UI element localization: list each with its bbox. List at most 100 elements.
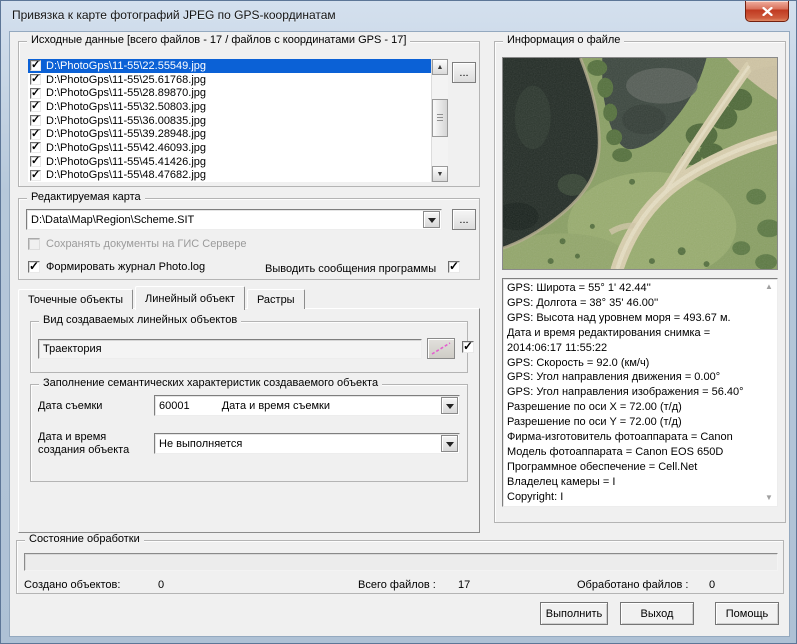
exif-info-line: GPS: Угол направления изображения = 56.4… <box>507 385 775 400</box>
save-gis-label: Сохранять документы на ГИС Сервере <box>46 238 247 250</box>
file-checkbox[interactable] <box>30 88 41 99</box>
save-gis-checkbox <box>28 238 40 250</box>
file-checkbox[interactable] <box>30 101 41 112</box>
file-path: D:\PhotoGps\11-55\28.89870.jpg <box>44 87 206 99</box>
map-group-label: Редактируемая карта <box>27 191 145 203</box>
list-item[interactable]: D:\PhotoGps\11-55\45.41426.jpg <box>28 155 431 169</box>
scroll-up-icon[interactable]: ▲ <box>432 59 448 75</box>
map-path-value: D:\Data\Map\Region\Scheme.SIT <box>27 214 422 226</box>
chevron-down-icon[interactable] <box>441 435 458 452</box>
browse-map-button[interactable]: ... <box>452 209 476 230</box>
chevron-down-icon[interactable] <box>441 397 458 414</box>
file-path: D:\PhotoGps\11-55\36.00835.jpg <box>44 115 206 127</box>
total-files-value: 17 <box>458 579 470 591</box>
tab[interactable]: Точечные объекты <box>18 289 133 309</box>
browse-files-button[interactable]: ... <box>452 62 476 83</box>
run-button[interactable]: Выполнить <box>540 602 608 625</box>
exif-info-line: 2014:06:17 11:55:22 <box>507 341 775 356</box>
line-kind-value: Траектория <box>43 343 102 355</box>
tab-strip[interactable]: Точечные объектыЛинейный объектРастры <box>18 285 307 309</box>
list-item[interactable]: D:\PhotoGps\11-55\25.61768.jpg <box>28 73 431 87</box>
source-group-label: Исходные данные [всего файлов - 17 / фай… <box>27 34 410 46</box>
log-label: Формировать журнал Photo.log <box>46 261 205 273</box>
exif-info-line: Дата и время редактирования снимка = <box>507 326 775 341</box>
file-path: D:\PhotoGps\11-55\25.61768.jpg <box>44 74 206 86</box>
log-checkbox-row[interactable]: Формировать журнал Photo.log <box>28 261 205 273</box>
exif-info-line: GPS: Угол направления движения = 0.00° <box>507 370 775 385</box>
create-date-label-line2: создания объекта <box>38 444 129 456</box>
info-scroll-up-icon[interactable]: ▲ <box>765 282 786 291</box>
file-checkbox[interactable] <box>30 115 41 126</box>
map-path-combobox[interactable]: D:\Data\Map\Region\Scheme.SIT <box>26 209 442 230</box>
exif-info-line: Разрешение по оси X = 72.00 (т/д) <box>507 400 775 415</box>
list-item[interactable]: D:\PhotoGps\11-55\22.55549.jpg <box>28 59 431 73</box>
aerial-photo-image <box>503 58 777 269</box>
status-group-label: Состояние обработки <box>25 533 144 545</box>
line-style-button[interactable] <box>427 338 455 359</box>
shoot-date-name: Дата и время съемки <box>222 400 330 412</box>
line-style-icon <box>430 341 452 356</box>
title-bar[interactable]: Привязка к карте фотографий JPEG по GPS-… <box>1 1 796 31</box>
close-icon <box>762 7 773 16</box>
chevron-down-icon[interactable] <box>423 211 440 228</box>
list-item[interactable]: D:\PhotoGps\11-55\32.50803.jpg <box>28 100 431 114</box>
file-checkbox[interactable] <box>30 156 41 167</box>
log-checkbox[interactable] <box>28 261 40 273</box>
file-path: D:\PhotoGps\11-55\22.55549.jpg <box>44 60 206 72</box>
file-rows[interactable]: D:\PhotoGps\11-55\22.55549.jpg D:\PhotoG… <box>28 59 431 182</box>
exif-info-box[interactable]: GPS: Широта = 55° 1' 42.44''GPS: Долгота… <box>502 278 778 507</box>
exif-info-line: Copyright: I <box>507 490 775 505</box>
shoot-date-combobox[interactable]: 60001 Дата и время съемки <box>154 395 460 416</box>
shoot-date-code: 60001 <box>159 400 190 412</box>
create-date-value: Не выполняется <box>155 438 440 450</box>
photo-preview <box>502 57 778 270</box>
file-checkbox[interactable] <box>30 60 41 71</box>
file-checkbox[interactable] <box>30 74 41 85</box>
file-list[interactable]: D:\PhotoGps\11-55\22.55549.jpg D:\PhotoG… <box>28 59 448 182</box>
create-date-label-line1: Дата и время <box>38 431 106 443</box>
exif-info-line: Фирма-изготовитель фотоаппарата = Canon <box>507 430 775 445</box>
file-path: D:\PhotoGps\11-55\45.41426.jpg <box>44 156 206 168</box>
created-objects-label: Создано объектов: <box>24 579 120 591</box>
help-button[interactable]: Помощь <box>715 602 779 625</box>
scrollbar-thumb[interactable] <box>432 99 448 137</box>
list-item[interactable]: D:\PhotoGps\11-55\39.28948.jpg <box>28 127 431 141</box>
file-checkbox[interactable] <box>30 129 41 140</box>
shoot-date-value: 60001 Дата и время съемки <box>155 400 440 412</box>
exif-info-line: GPS: Долгота = 38° 35' 46.00'' <box>507 296 775 311</box>
total-files-label: Всего файлов : <box>358 579 436 591</box>
created-objects-value: 0 <box>158 579 164 591</box>
exif-info-line: GPS: Скорость = 92.0 (км/ч) <box>507 356 775 371</box>
scroll-down-icon[interactable]: ▼ <box>432 166 448 182</box>
list-item[interactable]: D:\PhotoGps\11-55\36.00835.jpg <box>28 114 431 128</box>
tab[interactable]: Растры <box>247 289 305 309</box>
exif-info-line: Разрешение по оси Y = 72.00 (т/д) <box>507 415 775 430</box>
close-button[interactable] <box>745 1 789 22</box>
processed-files-label: Обработано файлов : <box>577 579 688 591</box>
exif-info-line: Владелец камеры = I <box>507 475 775 490</box>
progress-bar <box>24 553 778 571</box>
list-item[interactable]: D:\PhotoGps\11-55\42.46093.jpg <box>28 141 431 155</box>
file-path: D:\PhotoGps\11-55\32.50803.jpg <box>44 101 206 113</box>
processed-files-value: 0 <box>709 579 715 591</box>
line-kind-field: Траектория <box>38 339 422 359</box>
create-date-combobox[interactable]: Не выполняется <box>154 433 460 454</box>
tab[interactable]: Линейный объект <box>135 286 245 310</box>
file-list-scrollbar[interactable]: ▲ ▼ <box>431 59 448 182</box>
line-kind-checkbox[interactable] <box>462 341 474 353</box>
dialog-client-area: Исходные данные [всего файлов - 17 / фай… <box>9 31 790 637</box>
list-item[interactable]: D:\PhotoGps\11-55\48.47682.jpg <box>28 169 431 183</box>
scrollbar-track[interactable] <box>432 75 448 166</box>
file-checkbox[interactable] <box>30 142 41 153</box>
messages-checkbox[interactable] <box>448 261 460 273</box>
dialog-window: Привязка к карте фотографий JPEG по GPS-… <box>0 0 797 644</box>
exif-info-line: Программное обеспечение = Cell.Net <box>507 460 775 475</box>
list-item[interactable]: D:\PhotoGps\11-55\28.89870.jpg <box>28 86 431 100</box>
file-checkbox[interactable] <box>30 170 41 181</box>
file-path: D:\PhotoGps\11-55\39.28948.jpg <box>44 128 206 140</box>
file-path: D:\PhotoGps\11-55\42.46093.jpg <box>44 142 206 154</box>
semantics-group-label: Заполнение семантических характеристик с… <box>39 377 382 389</box>
exif-info-line: GPS: Высота над уровнем моря = 493.67 м. <box>507 311 775 326</box>
exit-button[interactable]: Выход <box>620 602 694 625</box>
file-info-group-label: Информация о файле <box>503 34 624 46</box>
